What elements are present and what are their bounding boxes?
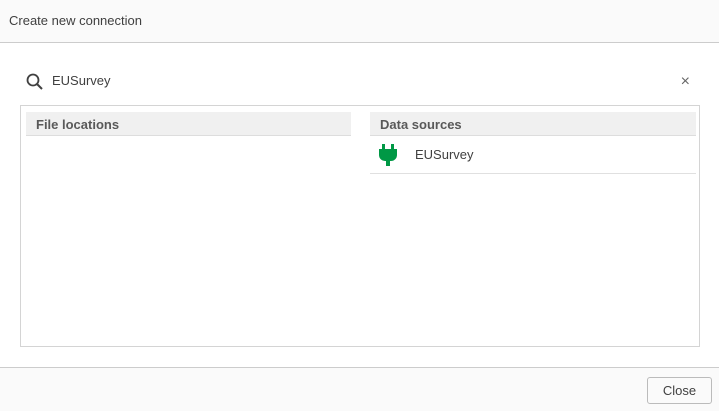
results-panel: File locations Data sources EUSurvey (20, 105, 700, 347)
search-icon (26, 73, 43, 90)
data-sources-column: Data sources EUSurvey (370, 112, 696, 174)
clear-search-icon[interactable]: × (681, 73, 690, 91)
dialog-title: Create new connection (9, 13, 142, 28)
file-locations-header: File locations (26, 112, 351, 136)
dialog-footer: Close (0, 367, 719, 411)
data-sources-header: Data sources (370, 112, 696, 136)
search-bar: × (26, 72, 696, 94)
data-source-item[interactable]: EUSurvey (370, 136, 696, 174)
data-source-label: EUSurvey (415, 147, 474, 162)
plug-icon (379, 144, 397, 166)
file-locations-column: File locations (26, 112, 351, 136)
close-button[interactable]: Close (647, 377, 712, 404)
dialog-header: Create new connection (0, 0, 719, 43)
search-input[interactable] (52, 73, 612, 88)
